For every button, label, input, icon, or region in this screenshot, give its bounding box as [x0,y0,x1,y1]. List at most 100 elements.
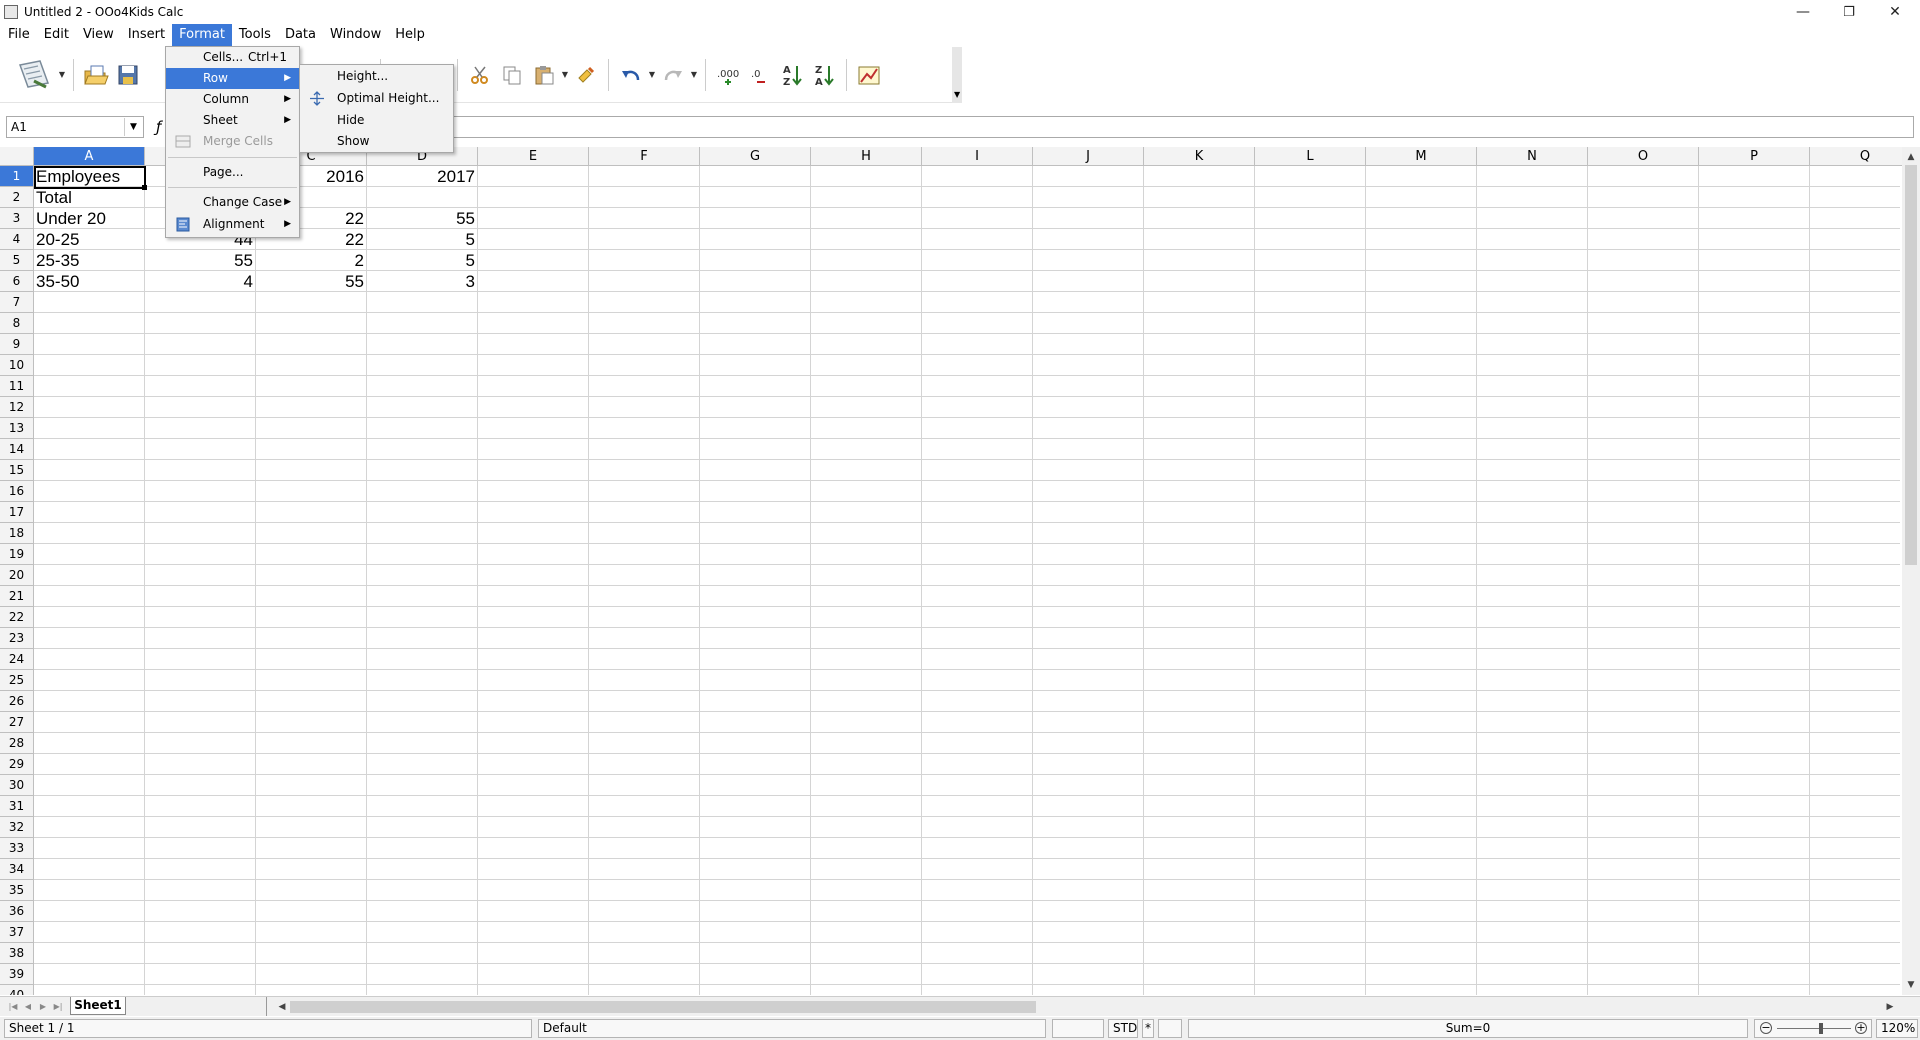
column-header-l[interactable]: L [1255,147,1366,166]
sort-ascending-icon[interactable]: AZ [777,60,807,90]
close-button[interactable]: ✕ [1872,0,1918,24]
prev-sheet-icon[interactable]: ◀ [21,1000,35,1014]
tab-splitter[interactable] [266,997,270,1016]
menu-view[interactable]: View [76,24,121,46]
paste-dropdown[interactable]: ▼ [560,70,570,79]
menu-window[interactable]: Window [323,24,388,46]
column-header-n[interactable]: N [1477,147,1588,166]
menu-item-merge-cells[interactable]: Merge Cells [166,131,299,152]
row-header-12[interactable]: 12 [0,397,34,418]
cell-a4[interactable]: 20-25 [34,229,144,250]
row-header-21[interactable]: 21 [0,586,34,607]
row-header-39[interactable]: 39 [0,964,34,985]
menu-tools[interactable]: Tools [232,24,278,46]
column-header-f[interactable]: F [589,147,700,166]
zoom-in-icon[interactable]: + [1855,1022,1867,1034]
menu-edit[interactable]: Edit [37,24,76,46]
row-header-30[interactable]: 30 [0,775,34,796]
name-box-input[interactable] [7,117,121,137]
row-header-32[interactable]: 32 [0,817,34,838]
zoom-level[interactable]: 120% [1876,1019,1918,1038]
row-header-7[interactable]: 7 [0,292,34,313]
row-header-20[interactable]: 20 [0,565,34,586]
cell-a5[interactable]: 25-35 [34,250,144,271]
select-all-corner[interactable] [0,147,34,166]
menu-item-row-height[interactable]: Height... [300,66,453,87]
redo-dropdown[interactable]: ▼ [689,70,699,79]
menu-help[interactable]: Help [388,24,432,46]
cut-icon[interactable] [465,60,495,90]
row-header-2[interactable]: 2 [0,187,34,208]
new-dropdown[interactable]: ▼ [57,70,67,79]
undo-dropdown[interactable]: ▼ [647,70,657,79]
toolbar-grip[interactable]: ▼ [952,47,962,103]
cell-c6[interactable]: 55 [256,271,366,292]
menu-file[interactable]: File [1,24,37,46]
formula-input[interactable] [452,116,1914,138]
cell-d5[interactable]: 5 [367,250,477,271]
column-header-o[interactable]: O [1588,147,1699,166]
row-header-25[interactable]: 25 [0,670,34,691]
row-header-33[interactable]: 33 [0,838,34,859]
restore-button[interactable]: ❐ [1826,0,1872,24]
scroll-left-icon[interactable]: ◀ [276,1000,288,1014]
row-header-31[interactable]: 31 [0,796,34,817]
cell-d3[interactable]: 55 [367,208,477,229]
minimize-button[interactable]: — [1780,0,1826,24]
row-header-34[interactable]: 34 [0,859,34,880]
column-header-k[interactable]: K [1144,147,1255,166]
row-header-18[interactable]: 18 [0,523,34,544]
sheet-tab-sheet1[interactable]: Sheet1 [70,997,126,1015]
sort-descending-icon[interactable]: ZA [809,60,839,90]
row-header-24[interactable]: 24 [0,649,34,670]
row-header-5[interactable]: 5 [0,250,34,271]
copy-icon[interactable] [497,60,527,90]
signature-field[interactable] [1158,1019,1182,1038]
row-header-38[interactable]: 38 [0,943,34,964]
column-header-g[interactable]: G [700,147,811,166]
menu-item-row[interactable]: Row ▶ [166,68,299,89]
page-style[interactable]: Default [538,1019,1046,1038]
menu-item-cells[interactable]: Cells... Ctrl+1 [166,47,299,68]
next-sheet-icon[interactable]: ▶ [36,1000,50,1014]
spreadsheet-grid[interactable]: ABCDEFGHIJKLMNOPQ 1234567891011121314151… [0,147,1920,995]
menu-item-hide[interactable]: Hide [300,110,453,131]
row-header-35[interactable]: 35 [0,880,34,901]
row-header-37[interactable]: 37 [0,922,34,943]
column-header-h[interactable]: H [811,147,922,166]
row-header-14[interactable]: 14 [0,439,34,460]
menu-insert[interactable]: Insert [121,24,172,46]
zoom-out-icon[interactable]: − [1760,1022,1772,1034]
row-header-4[interactable]: 4 [0,229,34,250]
function-wizard-icon[interactable]: ƒ [156,118,161,136]
row-header-16[interactable]: 16 [0,481,34,502]
paste-icon[interactable] [529,60,559,90]
cell-b5[interactable]: 55 [145,250,255,271]
cell-d4[interactable]: 5 [367,229,477,250]
cell-b6[interactable]: 4 [145,271,255,292]
open-icon[interactable] [81,60,111,90]
last-sheet-icon[interactable]: ▶| [51,1000,65,1014]
zoom-track[interactable] [1777,1028,1851,1029]
scroll-up-icon[interactable]: ▲ [1902,149,1920,165]
cell-d1[interactable]: 2017 [367,166,477,187]
cell-c5[interactable]: 2 [256,250,366,271]
row-header-3[interactable]: 3 [0,208,34,229]
row-header-6[interactable]: 6 [0,271,34,292]
row-header-23[interactable]: 23 [0,628,34,649]
row-header-17[interactable]: 17 [0,502,34,523]
cell-d6[interactable]: 3 [367,271,477,292]
scroll-down-icon[interactable]: ▼ [1902,977,1920,993]
save-icon[interactable] [113,60,143,90]
clone-formatting-icon[interactable] [571,60,601,90]
toolbar-options-icon[interactable]: ▼ [954,90,960,99]
column-header-p[interactable]: P [1699,147,1810,166]
menu-item-sheet[interactable]: Sheet ▶ [166,110,299,131]
row-header-8[interactable]: 8 [0,313,34,334]
row-header-36[interactable]: 36 [0,901,34,922]
column-header-i[interactable]: I [922,147,1033,166]
row-header-26[interactable]: 26 [0,691,34,712]
cell-a3[interactable]: Under 20 [34,208,144,229]
redo-icon[interactable] [658,60,688,90]
first-sheet-icon[interactable]: |◀ [6,1000,20,1014]
